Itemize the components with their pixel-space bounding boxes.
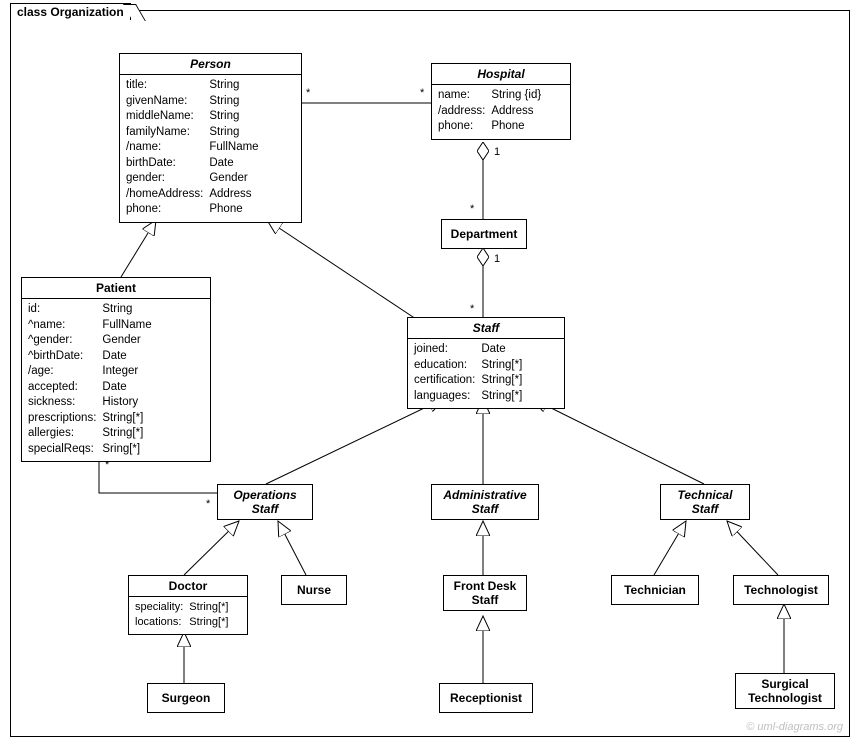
diagram-frame: class Organization bbox=[10, 10, 850, 737]
credit-text: © uml-diagrams.org bbox=[746, 721, 843, 733]
class-hospital: Hospital name:String {id}/address:Addres… bbox=[431, 63, 571, 140]
class-attrs: joined:Dateeducation:String[*]certificat… bbox=[408, 339, 564, 408]
class-title: Surgeon bbox=[148, 684, 224, 712]
class-person: Person title:StringgivenName:Stringmiddl… bbox=[119, 53, 302, 223]
mult-dept-staff-1: 1 bbox=[493, 253, 501, 265]
class-title: Front Desk Staff bbox=[444, 576, 526, 610]
class-title: Receptionist bbox=[440, 684, 532, 712]
class-attrs: id:String^name:FullName^gender:Gender^bi… bbox=[22, 299, 210, 461]
mult-dept-staff-star: * bbox=[469, 303, 475, 315]
class-title: Administrative Staff bbox=[432, 485, 538, 519]
class-title: Staff bbox=[408, 318, 564, 338]
frame-label: class Organization bbox=[10, 3, 131, 20]
class-department: Department bbox=[441, 219, 527, 249]
class-title: Nurse bbox=[282, 576, 346, 604]
class-title: Technologist bbox=[734, 576, 828, 604]
class-title: Patient bbox=[22, 278, 210, 298]
class-technical-staff: Technical Staff bbox=[660, 484, 750, 520]
class-title: Hospital bbox=[432, 64, 570, 84]
class-patient: Patient id:String^name:FullName^gender:G… bbox=[21, 277, 211, 462]
class-technician: Technician bbox=[611, 575, 699, 605]
class-title: Surgical Technologist bbox=[736, 674, 834, 708]
mult-person-left: * bbox=[305, 87, 311, 99]
class-surgical-technologist: Surgical Technologist bbox=[735, 673, 835, 709]
class-attrs: name:String {id}/address:Addressphone:Ph… bbox=[432, 85, 570, 139]
class-attrs: speciality:String[*]locations:String[*] bbox=[129, 597, 247, 634]
class-title: Technician bbox=[612, 576, 698, 604]
mult-person-right: * bbox=[419, 87, 425, 99]
class-title: Department bbox=[442, 220, 526, 248]
class-title: Operations Staff bbox=[218, 485, 312, 519]
class-nurse: Nurse bbox=[281, 575, 347, 605]
class-administrative-staff: Administrative Staff bbox=[431, 484, 539, 520]
mult-hosp-dept-1: 1 bbox=[493, 146, 501, 158]
mult-pat-ops-2: * bbox=[205, 498, 211, 510]
class-title: Technical Staff bbox=[661, 485, 749, 519]
class-operations-staff: Operations Staff bbox=[217, 484, 313, 520]
class-staff: Staff joined:Dateeducation:String[*]cert… bbox=[407, 317, 565, 409]
class-doctor: Doctor speciality:String[*]locations:Str… bbox=[128, 575, 248, 635]
class-receptionist: Receptionist bbox=[439, 683, 533, 713]
class-title: Doctor bbox=[129, 576, 247, 596]
class-attrs: title:StringgivenName:StringmiddleName:S… bbox=[120, 75, 301, 222]
class-front-desk-staff: Front Desk Staff bbox=[443, 575, 527, 611]
mult-hosp-dept-star: * bbox=[469, 203, 475, 215]
class-surgeon: Surgeon bbox=[147, 683, 225, 713]
class-technologist: Technologist bbox=[733, 575, 829, 605]
class-title: Person bbox=[120, 54, 301, 74]
